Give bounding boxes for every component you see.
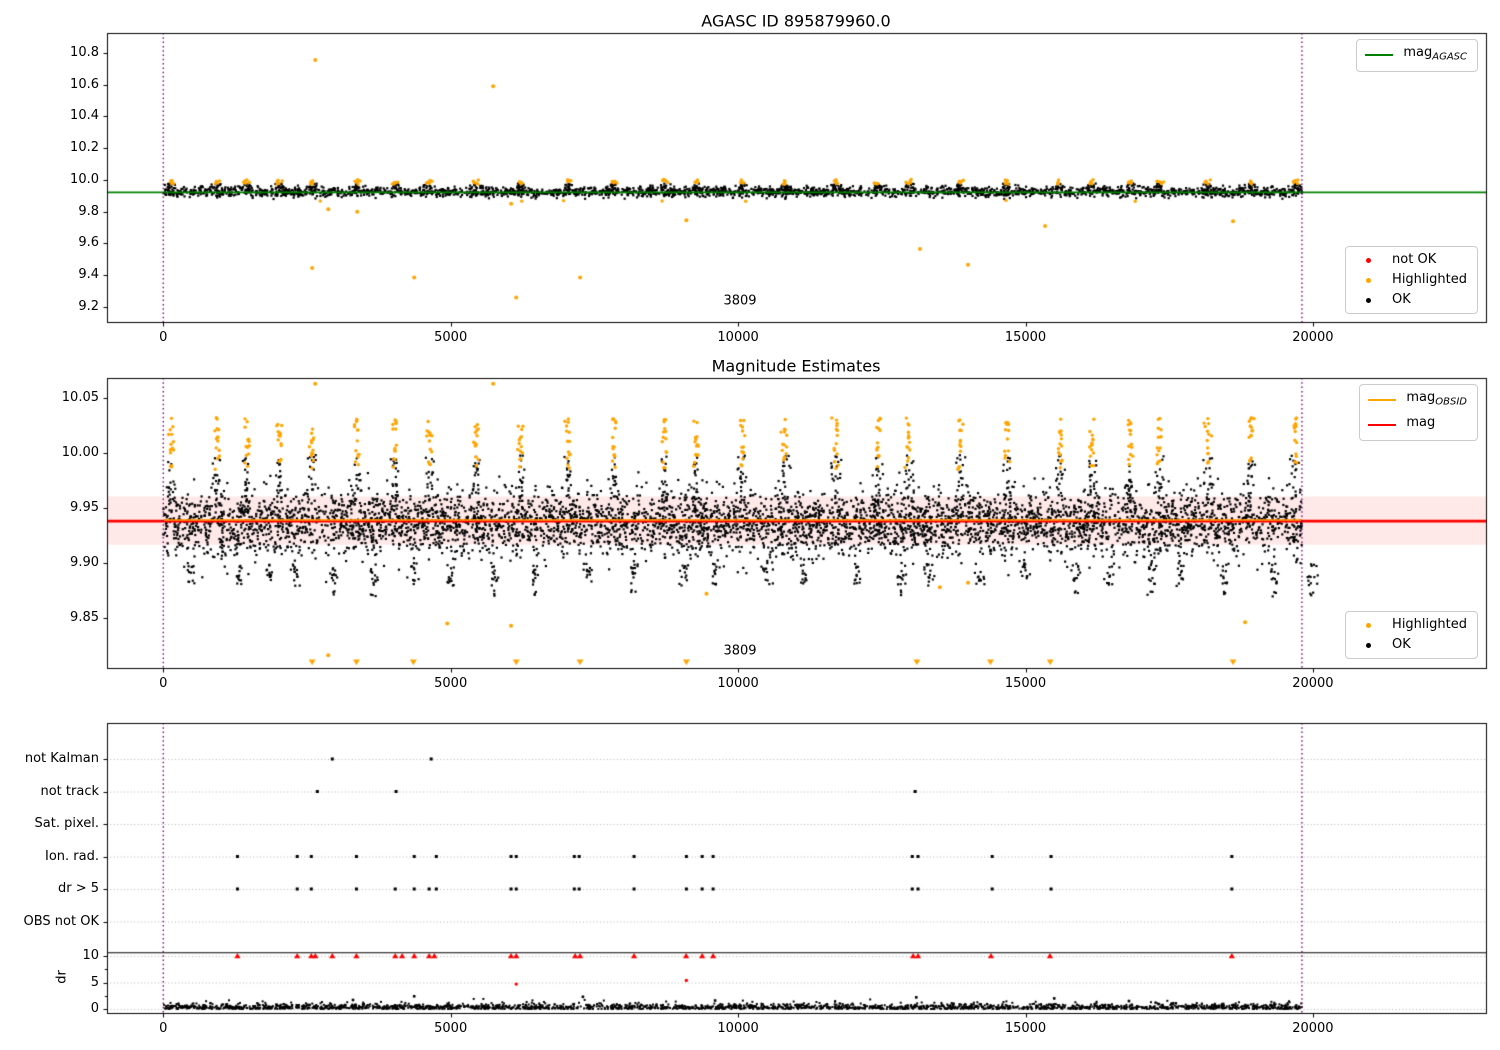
middle-x-tick-label: 20000: [1292, 676, 1334, 691]
legend-swatch: [1367, 399, 1397, 402]
category-label: Sat. pixel.: [34, 816, 99, 831]
top-x-tick-label: 20000: [1292, 330, 1334, 345]
ok-dot-swatch: [1365, 642, 1371, 648]
legend-label: Highlighted: [1392, 272, 1467, 287]
figure: AGASC ID 895879960.0 Magnitude Estimates…: [0, 0, 1500, 1050]
highlighted-dot-swatch: [1365, 622, 1371, 628]
top-y-tick-label: 9.2: [78, 298, 99, 314]
category-label: not Kalman: [24, 751, 99, 766]
legend-top-markers: not OK Highlighted OK: [1345, 246, 1478, 314]
middle-x-tick-label: 5000: [434, 676, 468, 691]
category-label: dr > 5: [57, 881, 99, 896]
middle-x-tick-label: 10000: [717, 676, 759, 691]
legend-swatch: [1353, 277, 1383, 283]
legend-label: OK: [1392, 637, 1411, 652]
legend-item-highlighted: Highlighted: [1353, 617, 1467, 633]
top-annotation-obsid: 3809: [723, 293, 757, 309]
highlighted-dot-swatch: [1365, 277, 1371, 283]
bottom-x-tick-label: 20000: [1292, 1021, 1334, 1036]
middle-x-tick-label: 15000: [1004, 676, 1047, 691]
mag-agasc-line-swatch: [1365, 54, 1394, 57]
top-panel-title: AGASC ID 895879960.0: [701, 11, 891, 31]
bottom-x-tick-label: 10000: [717, 1021, 759, 1036]
middle-y-tick-label: 9.85: [70, 609, 99, 625]
legend-swatch: [1367, 423, 1397, 426]
top-y-tick-label: 9.4: [78, 267, 99, 283]
legend-swatch: [1353, 642, 1383, 648]
top-x-tick-label: 5000: [434, 330, 468, 345]
legend-label: Highlighted: [1392, 617, 1467, 632]
legend-item-not-ok: not OK: [1353, 252, 1467, 268]
dr-axis-label: dr: [54, 970, 70, 984]
middle-y-tick-label: 10.00: [61, 444, 99, 460]
category-label: Ion. rad.: [45, 848, 99, 864]
ok-dot-swatch: [1365, 297, 1371, 303]
top-y-tick-label: 10.2: [70, 140, 99, 156]
legend-item-highlighted: Highlighted: [1353, 272, 1467, 288]
top-y-tick-label: 10.4: [70, 108, 99, 124]
middle-y-tick-label: 10.05: [61, 389, 99, 405]
legend-label: magOBSID: [1406, 390, 1467, 408]
legend-item-mag-agasc: magAGASC: [1364, 45, 1467, 66]
bottom-x-tick-label: 15000: [1004, 1021, 1047, 1036]
legend-swatch: [1353, 257, 1383, 263]
legend-label: not OK: [1392, 252, 1437, 267]
legend-label: magAGASC: [1403, 45, 1467, 63]
top-y-tick-label: 10.8: [70, 44, 99, 60]
middle-panel-title: Magnitude Estimates: [711, 356, 881, 376]
mag-obsid-line-swatch: [1368, 399, 1397, 402]
not-ok-dot-swatch: [1365, 257, 1371, 263]
top-y-tick-label: 9.8: [78, 203, 99, 219]
bottom-x-tick-label: 5000: [434, 1021, 468, 1036]
legend-swatch: [1353, 622, 1383, 628]
legend-swatch: [1353, 297, 1383, 303]
middle-y-tick-label: 9.90: [70, 554, 99, 570]
legend-swatch: [1364, 54, 1394, 57]
legend-mag-agasc: magAGASC: [1356, 39, 1478, 72]
dr-tick-label: 10: [82, 948, 99, 963]
middle-x-tick-label: 0: [159, 676, 168, 691]
top-y-tick-label: 10.0: [70, 171, 99, 187]
mag-line-swatch: [1368, 423, 1397, 426]
legend-mid-lines: magOBSID mag: [1359, 384, 1478, 442]
top-x-tick-label: 10000: [717, 330, 759, 345]
plot-canvas: [0, 0, 1500, 1050]
middle-y-tick-label: 9.95: [70, 499, 99, 515]
dr-tick-label: 0: [90, 1001, 99, 1016]
legend-item-ok: OK: [1353, 292, 1467, 308]
bottom-x-tick-label: 0: [159, 1021, 168, 1036]
top-x-tick-label: 0: [159, 330, 168, 345]
legend-mid-markers: Highlighted OK: [1345, 611, 1478, 659]
legend-item-ok: OK: [1353, 637, 1467, 653]
dr-tick-label: 5: [90, 974, 99, 990]
category-label: not track: [40, 783, 99, 799]
top-x-tick-label: 15000: [1004, 330, 1047, 345]
legend-item-mag: mag: [1367, 415, 1467, 436]
legend-label: mag: [1406, 414, 1436, 430]
legend-label: OK: [1392, 292, 1411, 307]
legend-item-mag-obsid: magOBSID: [1367, 390, 1467, 411]
top-y-tick-label: 9.6: [78, 235, 99, 251]
category-label: OBS not OK: [23, 913, 100, 929]
middle-annotation-obsid: 3809: [723, 643, 757, 659]
top-y-tick-label: 10.6: [70, 76, 99, 92]
